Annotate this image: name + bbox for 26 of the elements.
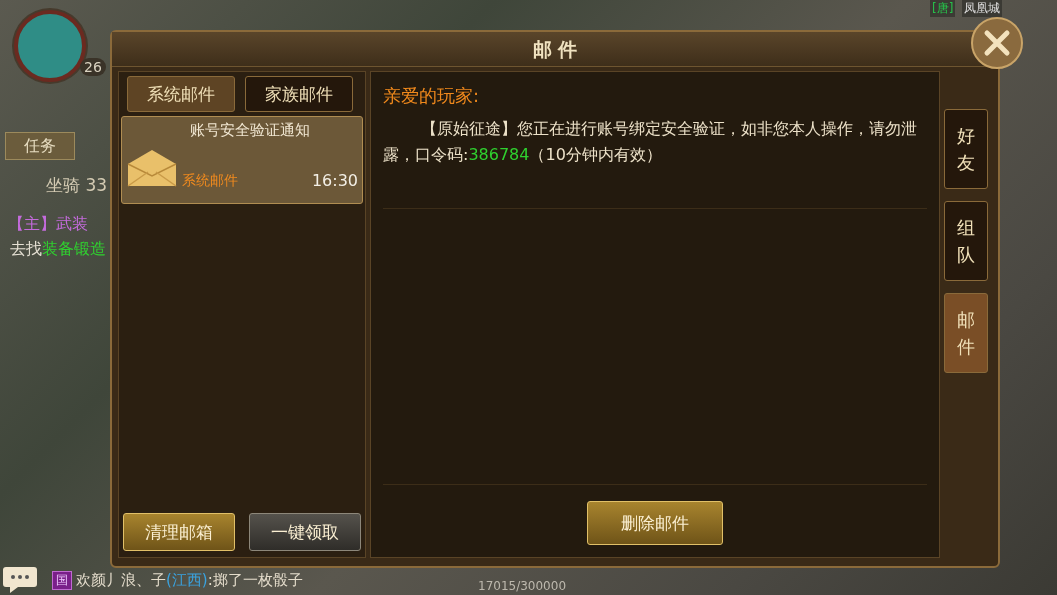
claim-all-button[interactable]: 一键领取	[249, 513, 361, 551]
mail-time: 16:30	[311, 171, 358, 190]
mail-sender: 系统邮件	[182, 172, 238, 190]
clear-mailbox-button[interactable]: 清理邮箱	[123, 513, 235, 551]
channel-badge: 国	[52, 571, 72, 590]
close-icon[interactable]	[971, 17, 1023, 69]
mount-text: 坐骑 33	[46, 174, 108, 197]
delete-mail-button[interactable]: 删除邮件	[587, 501, 723, 545]
mail-tab[interactable]: 系统邮件	[127, 76, 235, 112]
mail-greeting: 亲爱的玩家:	[383, 84, 481, 108]
quest-description[interactable]: 去找装备锻造	[10, 239, 106, 260]
chat-bubble-icon[interactable]	[2, 565, 38, 595]
side-tab[interactable]: 组队	[944, 201, 988, 281]
side-tab[interactable]: 好友	[944, 109, 988, 189]
chat-message: 欢颜丿浪、子(江西):掷了一枚骰子	[76, 571, 303, 590]
exp-text: 17015/300000	[478, 579, 567, 593]
city-name: 凤凰城	[962, 0, 1002, 17]
region-tag: [唐]	[930, 0, 956, 17]
quest-tab[interactable]: 任务	[5, 132, 75, 160]
side-tab[interactable]: 邮件	[944, 293, 988, 373]
level-badge: 26	[80, 58, 106, 76]
avatar-portrait[interactable]	[14, 10, 86, 82]
mail-message: 【原始征途】您正在进行账号绑定安全验证，如非您本人操作，请勿泄露，口令码:386784（10分钟内有效）	[383, 118, 919, 166]
mail-tab[interactable]: 家族邮件	[245, 76, 353, 112]
mail-subject: 账号安全验证通知	[190, 121, 310, 140]
mail-item[interactable]: 账号安全验证通知 系统邮件 16:30	[121, 116, 363, 204]
